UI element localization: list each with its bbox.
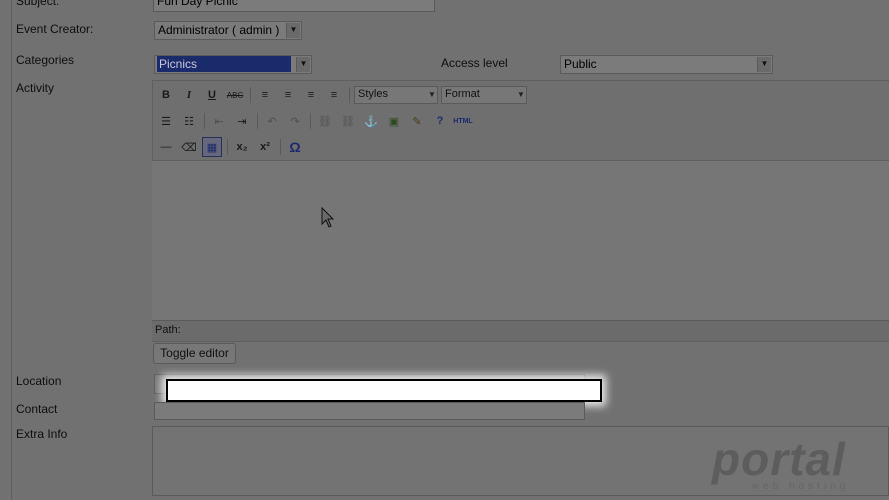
extra-info-label: Extra Info [16,427,68,441]
toolbar-separator [227,139,228,155]
unlink-icon[interactable]: ⛓ [338,111,358,131]
bold-icon[interactable]: B [156,85,176,105]
strikethrough-icon[interactable]: ABC [225,85,245,105]
contact-label: Contact [16,402,58,416]
left-divider [11,0,12,500]
html-icon[interactable]: HTML [453,111,473,131]
image-icon[interactable]: ▣ [384,111,404,131]
chevron-down-icon[interactable]: ▼ [516,87,526,103]
contact-input[interactable] [154,402,585,420]
toggle-editor-button[interactable]: Toggle editor [153,343,236,364]
access-level-label: Access level [441,56,508,70]
undo-icon[interactable]: ↶ [262,111,282,131]
chevron-down-icon[interactable]: ▼ [296,57,310,72]
categories-value: Picnics [157,56,291,72]
bullet-list-icon[interactable]: ☰ [156,111,176,131]
align-center-icon[interactable]: ≡ [278,85,298,105]
help-icon[interactable]: ? [430,111,450,131]
access-level-select[interactable]: Public ▼ [560,55,773,74]
underline-icon[interactable]: U [202,85,222,105]
editor-toolbar-row-2: ☰ ☷ ⇤ ⇥ ↶ ↷ ⛓ ⛓ ⚓ ▣ ✎ ? HTML [156,110,476,132]
align-left-icon[interactable]: ≡ [255,85,275,105]
editor-toolbar-row-3: — ⌫ ▦ x₂ x² Ω [156,136,308,158]
location-label: Location [16,374,62,388]
horizontal-rule-icon[interactable]: — [156,137,176,157]
portal-logo-subtitle: web hosting [752,481,850,492]
event-creator-label: Event Creator: [16,22,94,36]
redo-icon[interactable]: ↷ [285,111,305,131]
numbered-list-icon[interactable]: ☷ [179,111,199,131]
chevron-down-icon[interactable]: ▼ [427,87,437,103]
activity-label: Activity [16,81,55,95]
portal-logo: portal [712,433,846,485]
mouse-cursor-icon [321,207,335,228]
align-right-icon[interactable]: ≡ [301,85,321,105]
editor-path-bar: Path: [152,320,889,341]
chevron-down-icon[interactable]: ▼ [286,23,300,38]
remove-format-icon[interactable]: ⌫ [179,137,199,157]
subject-label: Subject: [16,0,60,8]
styles-label: Styles [358,88,388,100]
toolbar-separator [280,139,281,155]
align-justify-icon[interactable]: ≡ [324,85,344,105]
italic-icon[interactable]: I [179,85,199,105]
toolbar-separator [204,113,205,129]
subscript-icon[interactable]: x₂ [232,137,252,157]
categories-select[interactable]: Picnics ▼ [154,55,312,74]
link-icon[interactable]: ⛓ [315,111,335,131]
styles-dropdown[interactable]: Styles ▼ [354,86,438,104]
special-char-icon[interactable]: Ω [285,137,305,157]
access-level-value: Public [564,57,597,71]
location-input[interactable] [166,379,602,402]
table-icon[interactable]: ▦ [202,137,222,157]
superscript-icon[interactable]: x² [255,137,275,157]
format-dropdown[interactable]: Format ▼ [441,86,527,104]
format-label: Format [445,88,480,100]
toolbar-separator [257,113,258,129]
outdent-icon[interactable]: ⇤ [209,111,229,131]
anchor-icon[interactable]: ⚓ [361,111,381,131]
editor-content-area[interactable] [152,160,889,321]
categories-label: Categories [16,53,75,67]
toolbar-separator [349,87,350,103]
indent-icon[interactable]: ⇥ [232,111,252,131]
subject-input[interactable]: Fun Day Picnic [153,0,435,12]
event-creator-value: Administrator ( admin ) [158,23,280,37]
editor-toolbar-row-1: B I U ABC ≡ ≡ ≡ ≡ Styles ▼ Format ▼ [156,84,530,106]
cleanup-icon[interactable]: ✎ [407,111,427,131]
event-creator-select[interactable]: Administrator ( admin ) ▼ [154,21,302,40]
toolbar-separator [250,87,251,103]
chevron-down-icon[interactable]: ▼ [757,57,771,72]
toolbar-separator [310,113,311,129]
path-label: Path: [155,324,181,336]
